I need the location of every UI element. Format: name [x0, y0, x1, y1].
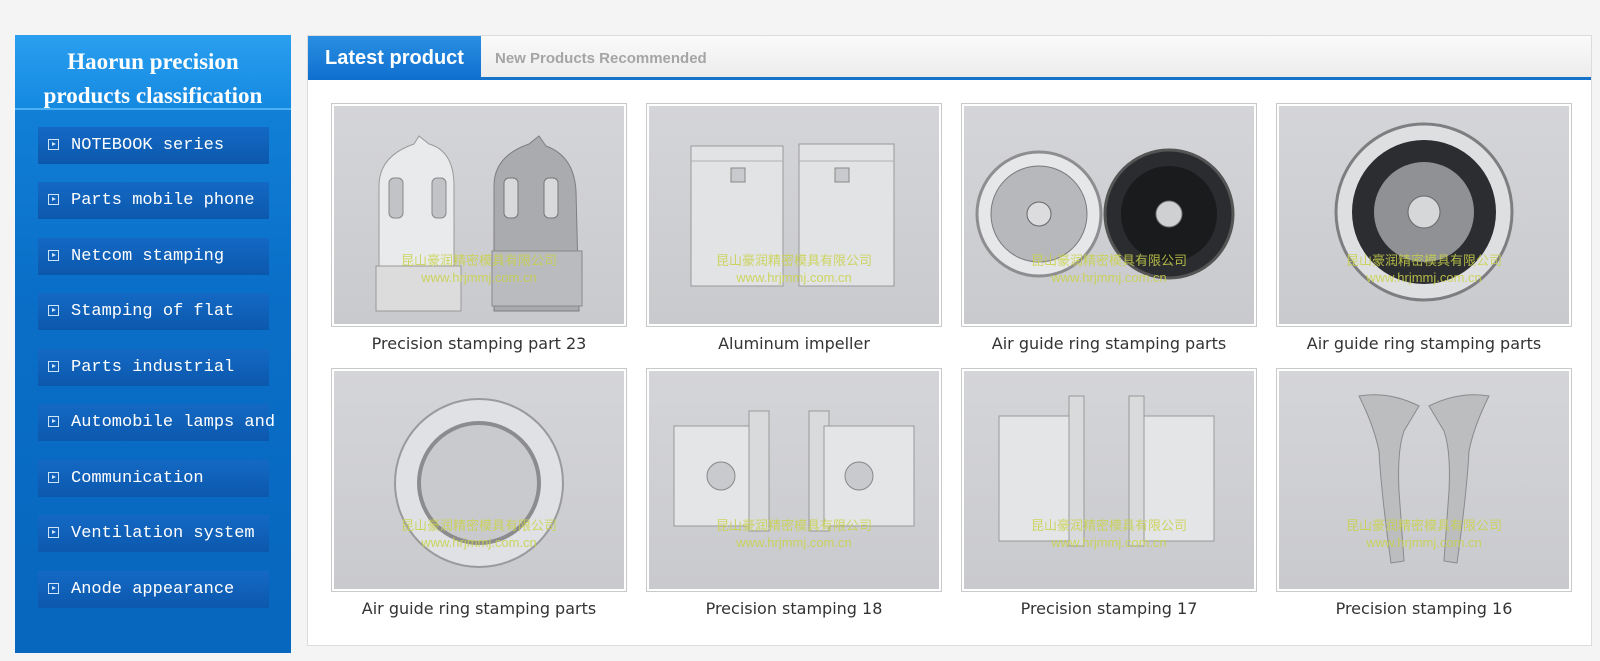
product-caption[interactable]: Precision stamping part 23 [331, 334, 627, 353]
category-label: Automobile lamps and [71, 413, 276, 432]
watermark-url: www.hrjmmj.com.cn [736, 270, 852, 285]
arrow-box-icon [48, 583, 59, 594]
fan-ring-image [1334, 122, 1514, 302]
products-panel: Latest product New Products Recommended … [307, 35, 1592, 646]
watermark-text: 昆山豪润精密模具有限公司 [1345, 253, 1502, 268]
product-photo: 昆山豪润精密模具有限公司 www.hrjmmj.com.cn [964, 371, 1254, 589]
product-card[interactable]: 昆山豪润精密模具有限公司 www.hrjmmj.com.cn Aluminum … [646, 103, 942, 353]
watermark-text: 昆山豪润精密模具有限公司 [1030, 253, 1187, 268]
sidebar-title-line1: Haorun precision [67, 49, 239, 74]
product-card[interactable]: 昆山豪润精密模具有限公司 www.hrjmmj.com.cn Precision… [1276, 368, 1572, 618]
category-label: Parts industrial [71, 358, 235, 377]
category-label: Anode appearance [71, 580, 235, 599]
arrow-box-icon [48, 361, 59, 372]
category-item-communication[interactable]: Communication [38, 460, 269, 497]
product-photo: 昆山豪润精密模具有限公司 www.hrjmmj.com.cn [649, 106, 939, 324]
bracket-parts-image [375, 135, 583, 312]
category-label: Stamping of flat [71, 302, 235, 321]
product-caption[interactable]: Air guide ring stamping parts [1276, 334, 1572, 353]
watermark-url: www.hrjmmj.com.cn [1366, 270, 1482, 285]
arrow-box-icon [48, 250, 59, 261]
product-card[interactable]: 昆山豪润精密模具有限公司 www.hrjmmj.com.cn Precision… [646, 368, 942, 618]
category-item-ventilation[interactable]: Ventilation system [38, 515, 269, 552]
product-photo: 昆山豪润精密模具有限公司 www.hrjmmj.com.cn [1279, 106, 1569, 324]
watermark-url: www.hrjmmj.com.cn [421, 535, 537, 550]
product-thumbnail[interactable]: 昆山豪润精密模具有限公司 www.hrjmmj.com.cn [1276, 103, 1572, 327]
stamped-panels-image [998, 395, 1215, 547]
category-item-industrial[interactable]: Parts industrial [38, 349, 269, 386]
watermark-url: www.hrjmmj.com.cn [1051, 535, 1167, 550]
category-item-netcom[interactable]: Netcom stamping [38, 238, 269, 275]
product-thumbnail[interactable]: 昆山豪润精密模具有限公司 www.hrjmmj.com.cn [961, 103, 1257, 327]
fan-rings-image [975, 148, 1235, 280]
category-item-automobile-lamps[interactable]: Automobile lamps and [38, 404, 275, 441]
watermark-text: 昆山豪润精密模具有限公司 [715, 253, 872, 268]
watermark-url: www.hrjmmj.com.cn [1366, 535, 1482, 550]
category-label: Ventilation system [71, 524, 255, 543]
stamped-panels-image [673, 410, 915, 532]
product-caption[interactable]: Air guide ring stamping parts [331, 599, 627, 618]
product-caption[interactable]: Air guide ring stamping parts [961, 334, 1257, 353]
product-photo: 昆山豪润精密模具有限公司 www.hrjmmj.com.cn [649, 371, 939, 589]
arrow-box-icon [48, 527, 59, 538]
product-thumbnail[interactable]: 昆山豪润精密模具有限公司 www.hrjmmj.com.cn [331, 103, 627, 327]
arrow-box-icon [48, 305, 59, 316]
product-caption[interactable]: Aluminum impeller [646, 334, 942, 353]
watermark-url: www.hrjmmj.com.cn [421, 270, 537, 285]
product-photo: 昆山豪润精密模具有限公司 www.hrjmmj.com.cn [334, 371, 624, 589]
product-caption[interactable]: Precision stamping 18 [646, 599, 942, 618]
product-card[interactable]: 昆山豪润精密模具有限公司 www.hrjmmj.com.cn Air guide… [1276, 103, 1572, 353]
watermark-text: 昆山豪润精密模具有限公司 [715, 518, 872, 533]
sidebar-title-line2: products classification [43, 83, 263, 108]
product-photo: 昆山豪润精密模具有限公司 www.hrjmmj.com.cn [1279, 371, 1569, 589]
watermark-text: 昆山豪润精密模具有限公司 [400, 253, 557, 268]
category-item-notebook[interactable]: NOTEBOOK series [38, 127, 269, 164]
category-item-mobile-phone[interactable]: Parts mobile phone [38, 182, 269, 219]
product-photo: 昆山豪润精密模具有限公司 www.hrjmmj.com.cn [334, 106, 624, 324]
product-thumbnail[interactable]: 昆山豪润精密模具有限公司 www.hrjmmj.com.cn [961, 368, 1257, 592]
category-sidebar: Haorun precision products classification… [15, 35, 291, 653]
arrow-box-icon [48, 472, 59, 483]
product-photo: 昆山豪润精密模具有限公司 www.hrjmmj.com.cn [964, 106, 1254, 324]
category-label: Communication [71, 469, 204, 488]
watermark-url: www.hrjmmj.com.cn [736, 535, 852, 550]
product-thumbnail[interactable]: 昆山豪润精密模具有限公司 www.hrjmmj.com.cn [331, 368, 627, 592]
arrow-box-icon [48, 416, 59, 427]
air-guide-ring-image [394, 398, 564, 568]
product-thumbnail[interactable]: 昆山豪润精密模具有限公司 www.hrjmmj.com.cn [1276, 368, 1572, 592]
product-card[interactable]: 昆山豪润精密模具有限公司 www.hrjmmj.com.cn Precision… [961, 368, 1257, 618]
watermark-text: 昆山豪润精密模具有限公司 [400, 518, 557, 533]
product-thumbnail[interactable]: 昆山豪润精密模具有限公司 www.hrjmmj.com.cn [646, 368, 942, 592]
watermark-url: www.hrjmmj.com.cn [1051, 270, 1167, 285]
category-item-flat-stamping[interactable]: Stamping of flat [38, 293, 269, 330]
product-thumbnail[interactable]: 昆山豪润精密模具有限公司 www.hrjmmj.com.cn [646, 103, 942, 327]
aluminum-plates-image [690, 143, 895, 287]
arrow-box-icon [48, 139, 59, 150]
category-item-anode[interactable]: Anode appearance [38, 571, 269, 608]
sidebar-title: Haorun precision products classification [15, 35, 291, 110]
arrow-box-icon [48, 194, 59, 205]
product-card[interactable]: 昆山豪润精密模具有限公司 www.hrjmmj.com.cn Air guide… [331, 368, 627, 618]
category-label: Netcom stamping [71, 247, 225, 266]
product-card[interactable]: 昆山豪润精密模具有限公司 www.hrjmmj.com.cn Air guide… [961, 103, 1257, 353]
tab-latest-product[interactable]: Latest product [308, 36, 481, 80]
category-label: NOTEBOOK series [71, 136, 225, 155]
tab-bar: Latest product New Products Recommended [308, 36, 1591, 80]
category-label: Parts mobile phone [71, 191, 255, 210]
blade-parts-image [1358, 394, 1490, 564]
watermark-text: 昆山豪润精密模具有限公司 [1030, 518, 1187, 533]
product-caption[interactable]: Precision stamping 17 [961, 599, 1257, 618]
product-card[interactable]: 昆山豪润精密模具有限公司 www.hrjmmj.com.cn Precision… [331, 103, 627, 353]
tab-new-products-recommended[interactable]: New Products Recommended [495, 36, 707, 80]
watermark-text: 昆山豪润精密模具有限公司 [1345, 518, 1502, 533]
product-caption[interactable]: Precision stamping 16 [1276, 599, 1572, 618]
